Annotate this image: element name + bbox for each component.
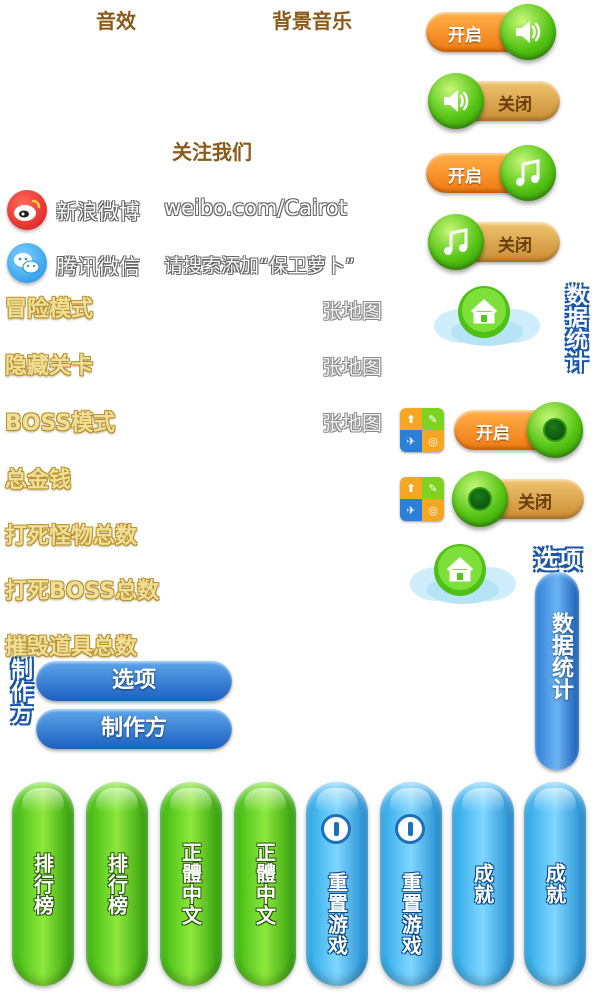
weibo-icon[interactable] (7, 190, 47, 230)
reset-game-button[interactable]: 重置游戏 (380, 782, 442, 986)
wechat-icon[interactable] (7, 243, 47, 283)
options-side-title: 选项 (534, 546, 582, 574)
home-cloud-button[interactable] (432, 284, 542, 348)
achievements-button[interactable]: 成就 (452, 782, 514, 986)
stat-bosses-killed: 打死BOSS总数 (5, 579, 160, 604)
music-label: 背景音乐 (272, 9, 352, 33)
game-center-icon[interactable]: ⬆ ✎ ✈ ◎ (400, 477, 444, 521)
reset-game-button[interactable]: 重置游戏 (306, 782, 368, 986)
capsule-label: 正體中文 (178, 842, 203, 926)
toggle-state-label: 开启 (448, 26, 482, 46)
credits-side-title: 制作方 (7, 658, 32, 724)
wechat-label: 腾讯微信 (56, 255, 140, 279)
language-button[interactable]: 正體中文 (160, 782, 222, 986)
music-note-icon[interactable] (428, 214, 484, 270)
capsule-label: 重置游戏 (324, 872, 349, 956)
credits-button[interactable]: 制作方 (36, 709, 232, 749)
stat-maps-suffix: 张地图 (322, 299, 382, 323)
leaderboard-button[interactable]: 排行榜 (12, 782, 74, 986)
capsule-label: 成就 (470, 863, 495, 905)
stat-monsters-killed: 打死怪物总数 (5, 524, 138, 549)
capsule-label: 正體中文 (252, 842, 277, 926)
info-icon (395, 814, 425, 844)
toggle-knob[interactable] (452, 471, 508, 527)
capsule-label: 成就 (542, 863, 567, 905)
weibo-label: 新浪微博 (56, 200, 140, 224)
options-button[interactable]: 选项 (36, 661, 232, 701)
toggle-state-label: 开启 (448, 167, 482, 187)
toggle-state-label: 关闭 (498, 95, 532, 115)
capsule-label: 重置游戏 (398, 872, 423, 956)
speaker-icon[interactable] (428, 73, 484, 129)
stat-hidden-levels: 隐藏关卡 (5, 354, 94, 379)
stat-adventure-mode: 冒险模式 (5, 297, 94, 322)
capsule-label: 排行榜 (104, 852, 129, 916)
home-cloud-button[interactable] (408, 542, 518, 606)
statistics-side-title: 数据统计 (562, 284, 587, 372)
follow-us-title: 关注我们 (172, 140, 252, 164)
stat-maps-suffix: 张地图 (322, 411, 382, 435)
leaderboard-button[interactable]: 排行榜 (86, 782, 148, 986)
toggle-state-label: 开启 (476, 424, 510, 444)
weibo-handle[interactable]: weibo.com/Cairot (164, 196, 347, 220)
toggle-knob[interactable] (527, 402, 583, 458)
statistics-button-label: 数据统计 (548, 612, 573, 700)
stat-total-money: 总金钱 (5, 468, 72, 493)
wechat-hint: 请搜索添加“保卫萝卜” (164, 255, 355, 277)
statistics-button[interactable]: 数据统计 (535, 572, 579, 770)
sound-effects-label: 音效 (96, 9, 136, 33)
music-note-icon[interactable] (500, 145, 556, 201)
language-button[interactable]: 正體中文 (234, 782, 296, 986)
achievements-button[interactable]: 成就 (524, 782, 586, 986)
stat-boss-mode: BOSS模式 (5, 411, 116, 436)
toggle-state-label: 关闭 (518, 493, 552, 513)
stat-maps-suffix: 张地图 (322, 355, 382, 379)
capsule-label: 排行榜 (30, 852, 55, 916)
toggle-state-label: 关闭 (498, 236, 532, 256)
info-icon (321, 814, 351, 844)
speaker-icon[interactable] (500, 4, 556, 60)
game-center-icon[interactable]: ⬆ ✎ ✈ ◎ (400, 408, 444, 452)
stat-props-destroyed: 摧毁道具总数 (5, 635, 138, 660)
